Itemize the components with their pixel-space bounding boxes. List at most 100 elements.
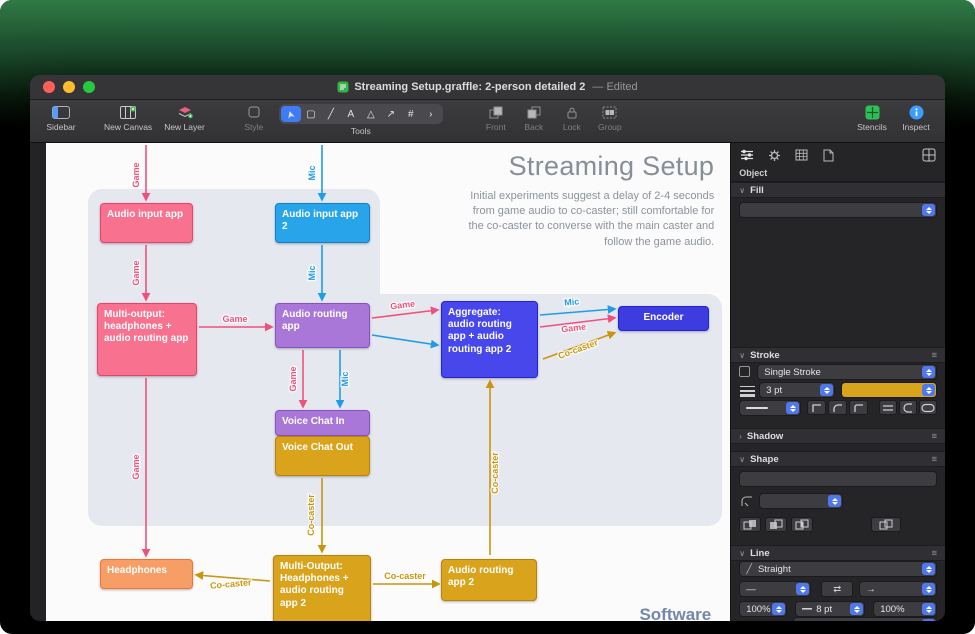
corner-rounded-button[interactable] — [828, 400, 847, 415]
end-scale-stepper[interactable]: 100% — [873, 601, 937, 617]
toolbar-front-button[interactable]: Front — [481, 104, 511, 132]
tool-line[interactable]: ╱ — [321, 106, 341, 122]
section-menu-icon[interactable]: ≡ — [931, 350, 937, 361]
shape-union-button[interactable] — [739, 517, 761, 532]
line-end-arrowhead-select[interactable]: → — [859, 581, 937, 597]
tool-connect[interactable]: ↗ — [381, 106, 401, 122]
line-hops-select[interactable]: Leave gaps under — [793, 617, 937, 621]
text-tool-icon: A — [347, 109, 354, 120]
tool-selection[interactable]: ➤ — [281, 106, 301, 122]
corner-sharp-button[interactable] — [807, 400, 826, 415]
toolbar-label-inspect: Inspect — [902, 122, 929, 132]
zoom-window-button[interactable] — [83, 81, 95, 93]
stepper-icon[interactable] — [922, 563, 935, 575]
shape-picker-field[interactable] — [739, 471, 937, 487]
tools-overflow[interactable]: › — [421, 106, 441, 122]
line-type-select[interactable]: ╱ Straight — [739, 561, 937, 577]
diagram-edge-mic[interactable] — [372, 335, 437, 345]
stroke-type-select[interactable]: Single Stroke — [757, 364, 937, 380]
shape-section-header[interactable]: ∨ Shape ≡ — [731, 451, 945, 467]
toolbar: Sidebar New Canvas New Layer Style ➤ ▢ ╱… — [30, 100, 945, 143]
fill-type-select[interactable] — [739, 202, 937, 218]
stroke-color-well[interactable] — [841, 382, 937, 398]
chevron-down-icon: ∨ — [739, 351, 745, 360]
half-capsule-button[interactable] — [899, 400, 917, 415]
shape-subtract-button[interactable] — [765, 517, 787, 532]
diagram-node-audio-routing-app-2[interactable]: Audio routing app 2 — [441, 559, 537, 601]
diagram-node-headphones[interactable]: Headphones — [100, 559, 193, 589]
close-window-button[interactable] — [43, 81, 55, 93]
stepper-icon[interactable] — [850, 603, 863, 615]
document-proxy-icon[interactable] — [337, 79, 349, 95]
line-start-arrowhead-select[interactable]: — — [739, 581, 811, 597]
diagram-edge-Mic[interactable] — [540, 309, 614, 315]
tool-table[interactable]: # — [401, 106, 421, 122]
toolbar-inspect-button[interactable]: Inspect — [901, 104, 931, 132]
stepper-icon[interactable] — [796, 583, 809, 595]
stepper-icon[interactable] — [922, 204, 935, 216]
diagram-node-voice-chat-out[interactable]: Voice Chat Out — [275, 436, 370, 476]
diagram-node-voice-chat-in[interactable]: Voice Chat In — [275, 410, 370, 436]
diagram-edge-Game[interactable] — [372, 310, 437, 318]
tab-object-inspector[interactable] — [739, 147, 755, 163]
toolbar-sidebar-button[interactable]: Sidebar — [46, 104, 76, 132]
tool-shape[interactable]: ▢ — [301, 106, 321, 122]
start-scale-stepper[interactable]: 100% — [739, 601, 787, 617]
stepper-icon[interactable] — [772, 603, 785, 615]
toolbar-group-button[interactable]: Group — [595, 104, 625, 132]
stroke-dash-select[interactable] — [739, 400, 801, 416]
diagram-node-multi-output-2[interactable]: Multi-Output:Headphones + audio routing … — [273, 555, 371, 621]
corner-small-radius-button[interactable] — [849, 400, 868, 415]
stepper-icon[interactable] — [922, 583, 935, 595]
stroke-width-stepper[interactable]: 3 pt — [759, 382, 835, 398]
stepper-icon[interactable] — [922, 619, 935, 621]
diagram-node-audio-routing-app[interactable]: Audio routing app — [275, 303, 370, 348]
shape-intersect-button[interactable] — [791, 517, 813, 532]
drawing-canvas[interactable]: Streaming Setup Initial experiments sugg… — [46, 143, 730, 621]
tab-document-inspector[interactable] — [820, 147, 836, 163]
stepper-icon[interactable] — [922, 603, 935, 615]
toolbar-stencils-button[interactable]: Stencils — [857, 104, 887, 132]
diagram-node-encoder[interactable]: Encoder — [618, 306, 709, 331]
shape-uncombine-button[interactable] — [871, 517, 901, 532]
stroke-section-header[interactable]: ∨ Stroke ≡ — [731, 347, 945, 363]
section-menu-icon[interactable]: ≡ — [931, 431, 937, 442]
diagram-node-aggregate[interactable]: Aggregate:audio routing app + audio rout… — [441, 301, 538, 378]
stepper-icon[interactable] — [786, 402, 799, 414]
line-section-header[interactable]: ∨ Line ≡ — [731, 545, 945, 561]
corner-radius-stepper[interactable] — [759, 493, 843, 509]
diagram-node-multi-output-headphones[interactable]: Multi-output:headphones + audio routing … — [97, 303, 197, 376]
fill-section-header[interactable]: ∨ Fill — [731, 182, 945, 198]
toolbar-back-button[interactable]: Back — [519, 104, 549, 132]
swap-arrowheads-button[interactable]: ⇄ — [821, 581, 853, 597]
stepper-icon[interactable] — [828, 495, 841, 507]
shadow-section-header[interactable]: › Shadow ≡ — [731, 428, 945, 444]
toolbar-lock-button[interactable]: Lock — [557, 104, 587, 132]
titlebar: Streaming Setup.graffle: 2-person detail… — [30, 75, 945, 100]
tool-text[interactable]: A — [341, 106, 361, 122]
toolbar-label-new-canvas: New Canvas — [104, 122, 152, 132]
toolbar-new-layer-button[interactable]: New Layer — [164, 104, 205, 132]
line-start-icon: — — [746, 584, 756, 595]
edge-label: Mic — [564, 296, 580, 307]
stepper-icon[interactable] — [922, 366, 935, 378]
toolbar-style-button[interactable]: Style — [239, 104, 269, 132]
line-width-stepper[interactable]: 8 pt — [795, 601, 865, 617]
diagram-node-audio-input-app[interactable]: Audio input app — [100, 203, 193, 243]
tab-properties-inspector[interactable] — [766, 147, 782, 163]
toolbar-new-canvas-button[interactable]: New Canvas — [104, 104, 152, 132]
edge-label: Mic — [307, 165, 317, 180]
section-menu-icon[interactable]: ≡ — [931, 454, 937, 465]
section-menu-icon[interactable]: ≡ — [931, 548, 937, 559]
selection-cursor-icon: ➤ — [284, 109, 297, 120]
stadium-button[interactable] — [919, 400, 937, 415]
stepper-icon[interactable] — [820, 384, 833, 396]
double-line-button[interactable] — [879, 400, 897, 415]
inspector-grid-icon[interactable] — [921, 147, 937, 163]
stroke-enabled-checkbox[interactable] — [739, 366, 750, 377]
minimize-window-button[interactable] — [63, 81, 75, 93]
diagram-node-audio-input-app-2[interactable]: Audio input app 2 — [275, 203, 370, 243]
stepper-icon[interactable] — [922, 384, 935, 396]
tab-canvas-inspector[interactable] — [793, 147, 809, 163]
tool-shapes[interactable]: △ — [361, 106, 381, 122]
